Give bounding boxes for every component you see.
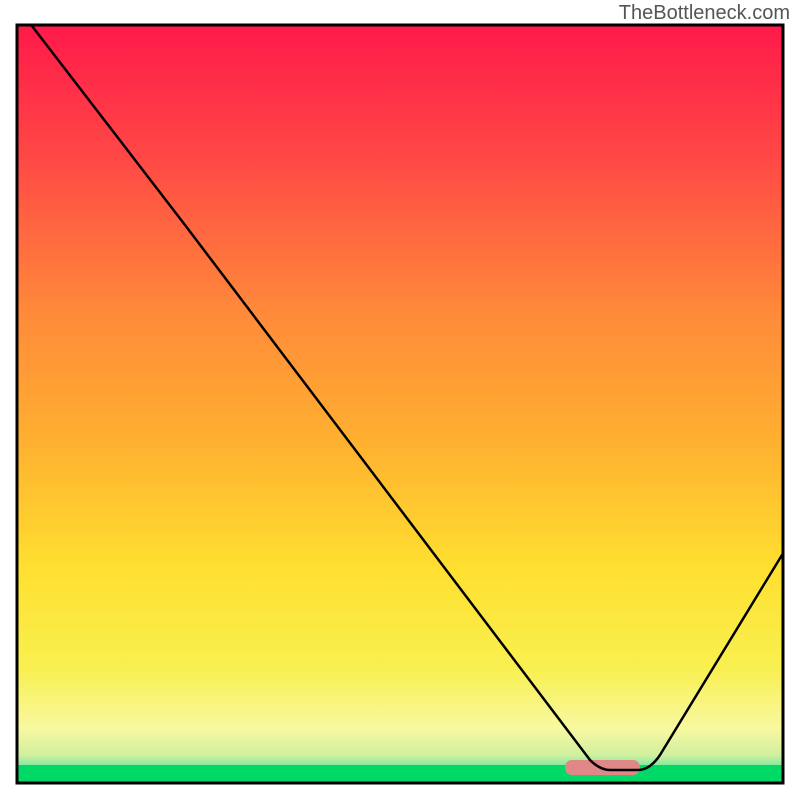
bottleneck-chart: TheBottleneck.com <box>0 0 800 800</box>
green-band <box>19 765 782 782</box>
watermark-text: TheBottleneck.com <box>619 2 790 25</box>
gradient-background <box>19 27 782 782</box>
chart-svg <box>0 0 800 800</box>
